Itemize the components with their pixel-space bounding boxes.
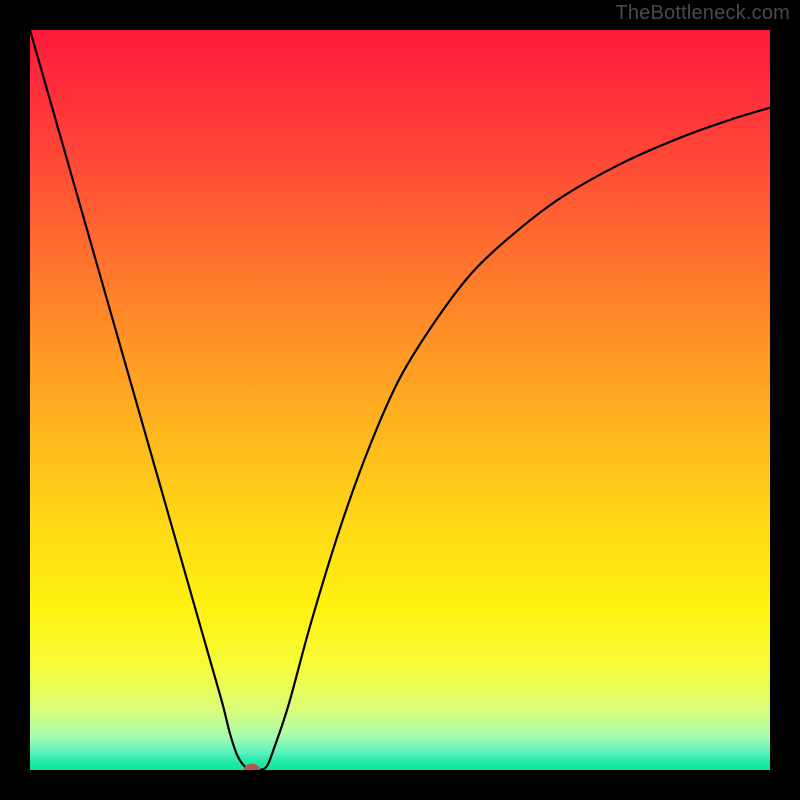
plot-area (30, 30, 770, 770)
chart-frame: TheBottleneck.com (0, 0, 800, 800)
gradient-background (30, 30, 770, 770)
watermark-label: TheBottleneck.com (615, 2, 790, 25)
chart-svg (30, 30, 770, 770)
